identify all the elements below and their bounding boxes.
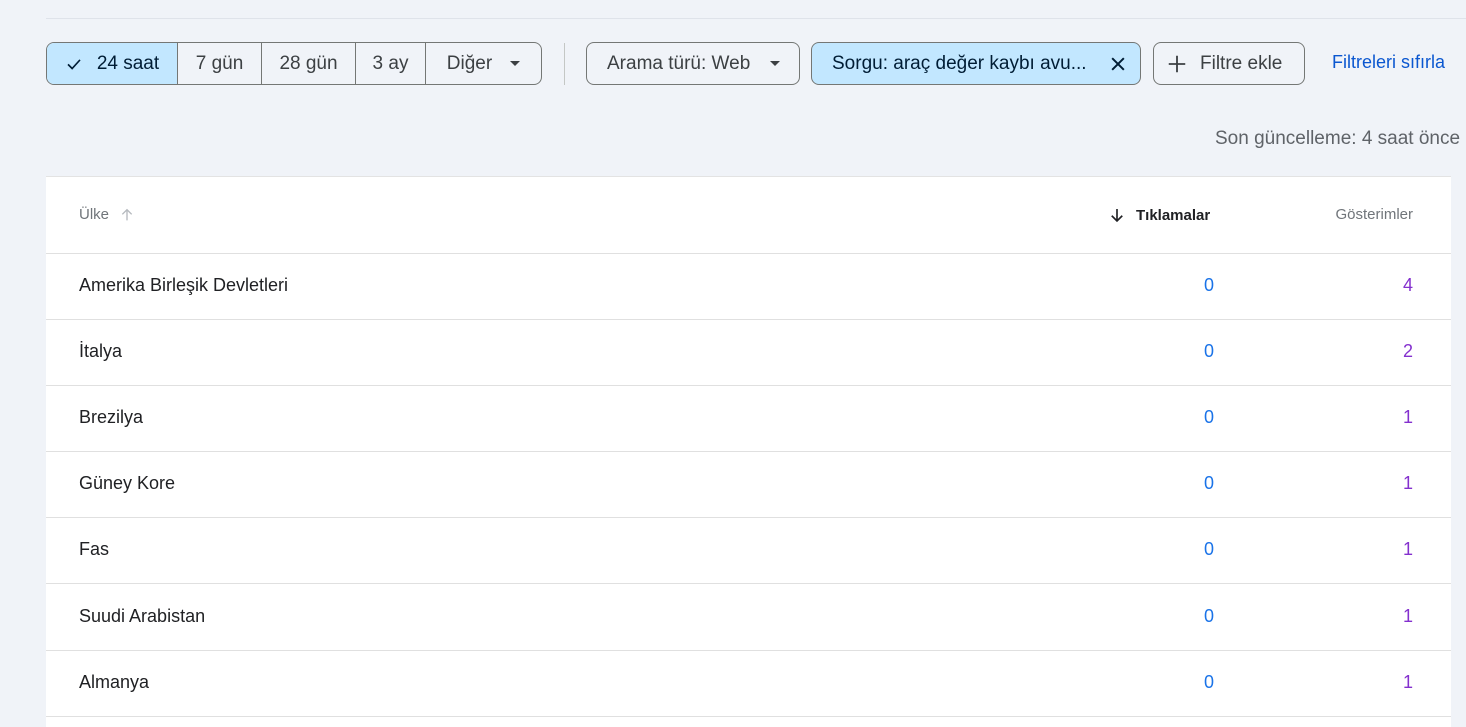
query-filter-label: Sorgu: araç değer kaybı avu... [832, 52, 1087, 74]
add-filter-button[interactable]: Filtre ekle [1153, 42, 1305, 85]
search-type-filter-chip[interactable]: Arama türü: Web [586, 42, 800, 85]
arrow-down-icon [1111, 209, 1123, 223]
table-header: Ülke Tıklamalar Gösterimler [46, 177, 1451, 254]
column-header-label: Tıklamalar [1136, 206, 1211, 224]
search-console-country-report: 24 saat 7 gün 28 gün 3 ay Diğer Arama tü… [0, 0, 1466, 727]
plus-icon [1168, 55, 1186, 72]
impressions-cell: 4 [1402, 275, 1413, 295]
search-type-label: Arama türü: Web [607, 52, 751, 74]
column-header-impressions[interactable]: Gösterimler [1335, 206, 1413, 223]
close-icon[interactable] [1108, 54, 1128, 74]
column-header-country[interactable]: Ülke [79, 206, 135, 223]
table-row[interactable]: Suudi Arabistan 0 1 [46, 584, 1451, 651]
country-cell: Brezilya [79, 407, 144, 427]
reset-filters-link[interactable]: Filtreleri sıfırla [1332, 52, 1445, 73]
country-table: Ülke Tıklamalar Gösterimler Amerika Birl… [46, 176, 1451, 727]
country-cell: Güney Kore [79, 473, 176, 493]
impressions-cell: 2 [1402, 341, 1413, 361]
date-range-more-dropdown[interactable]: Diğer [426, 43, 541, 84]
table-row[interactable]: Amerika Birleşik Devletleri 0 4 [46, 253, 1451, 320]
clicks-cell: 0 [1203, 473, 1214, 493]
caret-down-icon [510, 61, 521, 66]
date-range-7d[interactable]: 7 gün [178, 43, 262, 84]
date-range-28d[interactable]: 28 gün [262, 43, 356, 84]
date-range-label: 28 gün [279, 52, 338, 74]
column-header-label: Gösterimler [1335, 206, 1413, 223]
table-row[interactable]: Brezilya 0 1 [46, 385, 1451, 452]
toolbar-separator [564, 43, 565, 85]
last-updated-text: Son güncelleme: 4 saat önce [1215, 128, 1461, 149]
impressions-cell: 1 [1402, 672, 1413, 692]
table-row[interactable]: Almanya 0 1 [46, 650, 1451, 717]
impressions-cell: 1 [1402, 539, 1413, 559]
country-cell: Fas [79, 539, 110, 559]
table-row[interactable]: İtalya 0 2 [46, 319, 1451, 386]
date-range-label: 7 gün [195, 52, 244, 74]
impressions-cell: 1 [1402, 407, 1413, 427]
clicks-cell: 0 [1203, 407, 1214, 427]
column-header-label: Ülke [79, 206, 110, 223]
check-icon [67, 58, 81, 70]
arrow-up-icon [121, 208, 133, 220]
query-filter-chip[interactable]: Sorgu: araç değer kaybı avu... [811, 42, 1141, 85]
date-range-3m[interactable]: 3 ay [356, 43, 426, 84]
impressions-cell: 1 [1402, 473, 1413, 493]
clicks-cell: 0 [1203, 672, 1214, 692]
date-range-selector: 24 saat 7 gün 28 gün 3 ay Diğer [46, 42, 542, 85]
clicks-cell: 0 [1203, 539, 1214, 559]
country-cell: Almanya [79, 672, 150, 692]
country-cell: Suudi Arabistan [79, 606, 206, 626]
clicks-cell: 0 [1203, 606, 1214, 626]
country-cell: İtalya [79, 341, 123, 361]
column-header-clicks[interactable]: Tıklamalar [1108, 206, 1210, 224]
more-label: Diğer [446, 52, 493, 74]
date-range-24h[interactable]: 24 saat [47, 43, 178, 84]
divider [46, 18, 1466, 19]
date-range-label: 24 saat [96, 52, 160, 74]
table-row[interactable]: Fas 0 1 [46, 517, 1451, 584]
table-row[interactable]: Güney Kore 0 1 [46, 451, 1451, 518]
impressions-cell: 1 [1402, 606, 1413, 626]
date-range-label: 3 ay [372, 52, 409, 74]
clicks-cell: 0 [1203, 275, 1214, 295]
country-cell: Amerika Birleşik Devletleri [79, 275, 289, 295]
clicks-cell: 0 [1203, 341, 1214, 361]
caret-down-icon [770, 61, 781, 66]
add-filter-label: Filtre ekle [1200, 52, 1283, 74]
